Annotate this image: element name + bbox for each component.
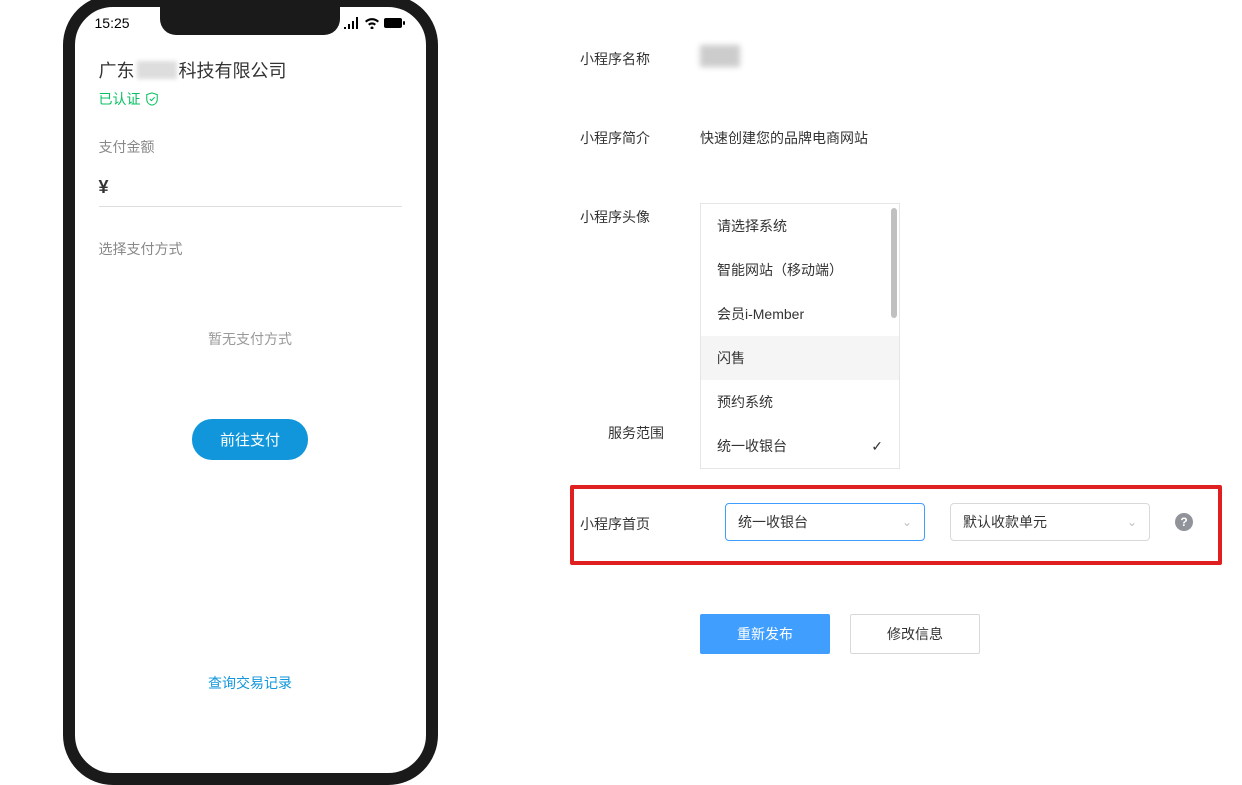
dropdown-option-placeholder[interactable]: 请选择系统 xyxy=(701,204,899,248)
dropdown-option-imember[interactable]: 会员i-Member xyxy=(701,292,899,336)
modify-info-button[interactable]: 修改信息 xyxy=(850,614,980,654)
wifi-icon xyxy=(364,17,380,29)
company-name: 广东 科技有限公司 xyxy=(99,57,402,83)
payment-method-label: 选择支付方式 xyxy=(99,239,402,259)
homepage-unit-select[interactable]: 默认收款单元 ⌄ xyxy=(950,503,1150,541)
signal-icon xyxy=(344,17,360,29)
phone-mockup: 15:25 广东 科技有限公司 已认证 支付金额 xyxy=(0,0,500,778)
service-scope-label: 服务范围 xyxy=(580,419,700,443)
form-panel: 小程序名称 小程序简介 快速创建您的品牌电商网站 小程序头像 请选择系统 智能网… xyxy=(500,0,1242,778)
battery-icon xyxy=(384,17,406,29)
phone-notch xyxy=(160,7,340,35)
dropdown-scrollbar[interactable] xyxy=(891,208,897,318)
avatar-label: 小程序头像 xyxy=(580,203,700,227)
chevron-down-icon: ⌄ xyxy=(1127,515,1137,529)
republish-button[interactable]: 重新发布 xyxy=(700,614,830,654)
chevron-down-icon: ⌄ xyxy=(902,515,912,529)
status-time: 15:25 xyxy=(95,15,130,31)
homepage-system-select[interactable]: 统一收银台 ⌄ xyxy=(725,503,925,541)
homepage-label: 小程序首页 xyxy=(580,510,700,534)
check-icon: ✓ xyxy=(871,438,883,455)
dropdown-option-booking[interactable]: 预约系统 xyxy=(701,380,899,424)
verified-label: 已认证 xyxy=(99,89,141,109)
no-payment-text: 暂无支付方式 xyxy=(99,329,402,349)
help-icon[interactable]: ? xyxy=(1175,513,1193,531)
app-name-value-redacted xyxy=(700,45,740,67)
verified-badge: 已认证 xyxy=(99,89,402,109)
dropdown-option-flashsale[interactable]: 闪售 xyxy=(701,336,899,380)
query-transactions-link[interactable]: 查询交易记录 xyxy=(99,673,402,693)
amount-label: 支付金额 xyxy=(99,137,402,157)
currency-symbol: ¥ xyxy=(99,177,109,198)
dropdown-option-smartsite[interactable]: 智能网站（移动端） xyxy=(701,248,899,292)
intro-label: 小程序简介 xyxy=(580,124,700,148)
app-name-label: 小程序名称 xyxy=(580,45,700,69)
shield-check-icon xyxy=(145,92,159,106)
system-dropdown[interactable]: 请选择系统 智能网站（移动端） 会员i-Member 闪售 预约系统 统一收银台… xyxy=(700,203,900,469)
status-indicators xyxy=(344,15,406,31)
pay-button[interactable]: 前往支付 xyxy=(192,419,308,460)
amount-input[interactable]: ¥ xyxy=(99,177,402,207)
dropdown-option-cashier[interactable]: 统一收银台 ✓ xyxy=(701,424,899,468)
redacted-block xyxy=(137,61,177,79)
intro-value: 快速创建您的品牌电商网站 xyxy=(700,124,868,148)
